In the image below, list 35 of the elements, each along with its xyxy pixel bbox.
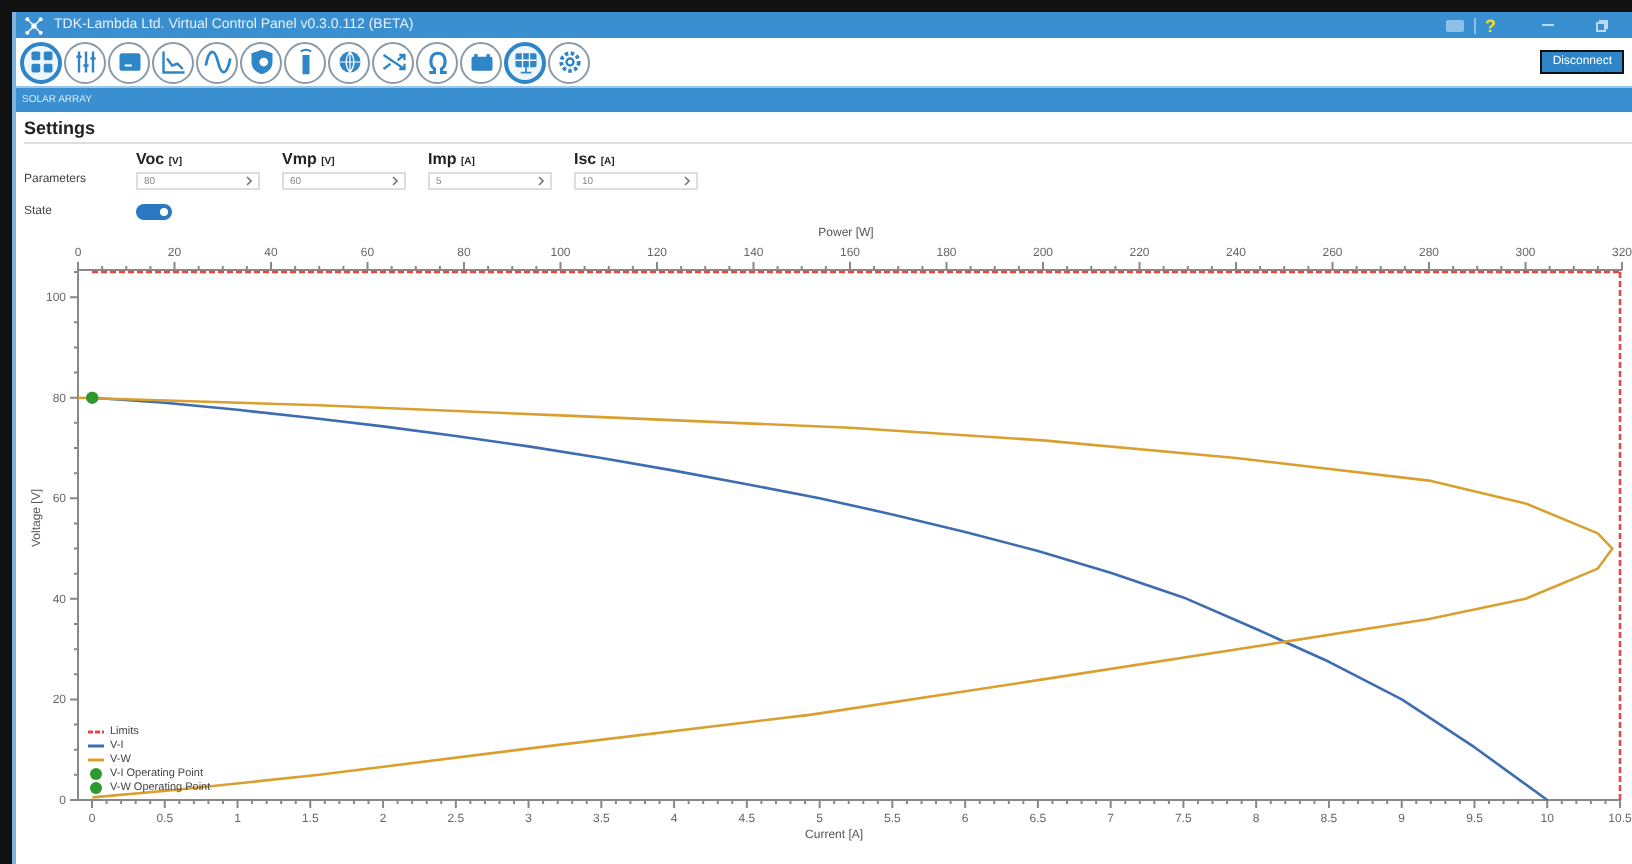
grid-icon — [27, 48, 55, 76]
shield-button[interactable] — [240, 41, 282, 83]
settings-button[interactable] — [548, 41, 590, 83]
sliders-button[interactable] — [64, 41, 106, 83]
chart-button[interactable] — [152, 41, 194, 83]
line-chart-icon — [159, 48, 187, 76]
shuffle-button[interactable] — [372, 41, 414, 83]
omega-icon — [423, 48, 451, 76]
terminal-icon — [115, 48, 143, 76]
operating-point — [86, 391, 99, 404]
sliders-icon — [71, 48, 99, 76]
chevron-icon[interactable] — [538, 176, 544, 186]
battery-button[interactable] — [460, 41, 502, 83]
help-button[interactable]: ? — [1485, 15, 1496, 35]
settings-icon — [555, 48, 583, 76]
state-toggle[interactable] — [136, 204, 172, 220]
solar-panel-icon — [511, 48, 539, 76]
legend-dash-icon — [88, 730, 104, 734]
globe-button[interactable] — [328, 41, 370, 83]
battery-icon — [467, 48, 495, 76]
omega-button[interactable] — [416, 41, 458, 83]
globe-icon — [335, 48, 363, 76]
probe-button[interactable] — [284, 41, 326, 83]
shuffle-icon — [379, 48, 407, 76]
chevron-icon[interactable] — [684, 176, 690, 186]
shield-icon — [247, 48, 275, 76]
restore-icon[interactable] — [1596, 19, 1608, 31]
solar-button[interactable] — [504, 41, 546, 83]
dashboard-button[interactable] — [20, 41, 62, 83]
wave-button[interactable] — [196, 41, 238, 83]
chevron-icon[interactable] — [392, 176, 398, 186]
terminal-button[interactable] — [108, 41, 150, 83]
sine-wave-icon — [203, 48, 231, 76]
settings-heading: Settings — [24, 112, 1632, 144]
chevron-icon[interactable] — [246, 176, 252, 186]
